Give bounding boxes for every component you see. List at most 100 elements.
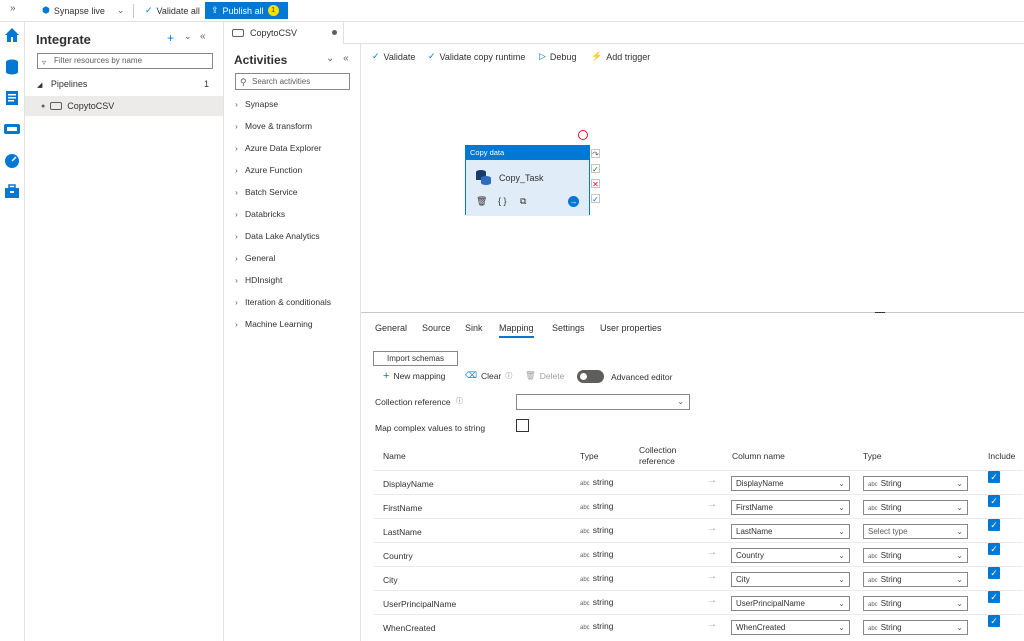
sink-column-select[interactable]: WhenCreated ⌄ (731, 620, 850, 635)
sink-column-select[interactable]: Country ⌄ (731, 548, 850, 563)
tab-sink[interactable]: Sink (465, 323, 483, 333)
collapse-all-icon[interactable]: ⌄ (184, 31, 192, 42)
sink-type-select[interactable]: abc String ⌄ (863, 500, 968, 515)
sink-column-select[interactable]: DisplayName ⌄ (731, 476, 850, 491)
activity-category[interactable]: › General (235, 253, 275, 263)
source-column-name: FirstName (383, 503, 423, 513)
success-connector-icon[interactable]: ✓ (591, 164, 600, 174)
search-activities-input[interactable]: ⚲ Search activities (235, 73, 350, 90)
develop-icon[interactable] (3, 89, 21, 107)
source-type: abc string (580, 525, 613, 535)
activity-type-label: Copy data (466, 146, 589, 160)
chevron-right-icon: › (235, 143, 238, 153)
tab-mapping[interactable]: Mapping (499, 323, 534, 338)
activity-category[interactable]: › Databricks (235, 209, 285, 219)
sink-column-select[interactable]: LastName ⌄ (731, 524, 850, 539)
debug-button[interactable]: ▷ Debug (539, 51, 576, 62)
copy-icon[interactable]: ⧉ (520, 196, 526, 207)
collapse-panel-icon[interactable]: « (200, 31, 206, 42)
integrate-icon[interactable] (3, 120, 21, 138)
map-complex-checkbox[interactable] (516, 419, 529, 432)
sink-type-select[interactable]: abc String ⌄ (863, 476, 968, 491)
failure-connector-icon[interactable]: ✕ (591, 179, 600, 189)
chevron-right-icon: › (235, 209, 238, 219)
data-icon[interactable] (3, 58, 21, 76)
filter-resources-input[interactable]: ▿ Filter resources by name (37, 53, 213, 69)
code-icon[interactable]: { } (498, 196, 507, 206)
new-mapping-label: New mapping (393, 371, 446, 381)
delete-icon[interactable]: 🗑 (476, 196, 487, 207)
manage-icon[interactable] (3, 183, 21, 201)
chevron-right-icon: › (235, 253, 238, 263)
pipeline-item-copytocsv[interactable]: ● CopytoCSV (25, 96, 223, 116)
collection-reference-select[interactable]: ⌄ (516, 394, 690, 410)
completion-connector-icon[interactable]: ✓ (591, 194, 600, 204)
tab-user-properties[interactable]: User properties (600, 323, 662, 333)
include-checkbox[interactable]: ✓ (988, 471, 1000, 483)
activity-category[interactable]: › Data Lake Analytics (235, 231, 320, 241)
validate-button[interactable]: ✓ Validate (372, 51, 415, 62)
tab-source[interactable]: Source (422, 323, 451, 333)
chevron-right-icon: › (235, 165, 238, 175)
include-checkbox[interactable]: ✓ (988, 519, 1000, 531)
validate-all-button[interactable]: ✓ Validate all (145, 5, 200, 16)
sink-type-select[interactable]: abc String ⌄ (863, 620, 968, 635)
advanced-editor-toggle[interactable] (577, 370, 604, 383)
expand-icon[interactable]: » (10, 3, 16, 14)
new-mapping-button[interactable]: + New mapping (383, 370, 445, 382)
arrow-right-icon[interactable]: → (568, 196, 579, 207)
error-indicator-icon[interactable] (578, 130, 588, 140)
activity-category[interactable]: › Move & transform (235, 121, 312, 131)
include-checkbox[interactable]: ✓ (988, 495, 1000, 507)
sink-type-select[interactable]: Select type ⌄ (863, 524, 968, 539)
activity-category[interactable]: › Batch Service (235, 187, 297, 197)
home-icon[interactable] (3, 26, 21, 44)
chevron-down-icon: ⌄ (956, 503, 963, 512)
source-type: abc string (580, 621, 613, 631)
header-include: Include (988, 451, 1016, 461)
clear-button[interactable]: ⌫ Clear ⓘ (465, 370, 512, 381)
activity-category[interactable]: › HDInsight (235, 275, 282, 285)
activity-category[interactable]: › Iteration & conditionals (235, 297, 331, 307)
activity-category[interactable]: › Machine Learning (235, 319, 313, 329)
include-checkbox[interactable]: ✓ (988, 567, 1000, 579)
validate-copy-runtime-button[interactable]: ✓ Validate copy runtime (428, 51, 525, 62)
chevron-right-icon: › (235, 297, 238, 307)
include-checkbox[interactable]: ✓ (988, 543, 1000, 555)
publish-all-button[interactable]: ⇪ Publish all 1 (205, 2, 288, 19)
activity-category-label: Databricks (245, 209, 286, 219)
mapping-arrow-icon: → (707, 571, 717, 582)
sink-column-select[interactable]: UserPrincipalName ⌄ (731, 596, 850, 611)
include-checkbox[interactable]: ✓ (988, 591, 1000, 603)
tab-settings[interactable]: Settings (552, 323, 585, 333)
add-icon[interactable]: + (167, 31, 174, 45)
activity-category[interactable]: › Synapse (235, 99, 278, 109)
pipelines-group[interactable]: ◢ Pipelines 1 (37, 79, 217, 93)
info-icon: ⓘ (456, 398, 463, 405)
tab-copytocsv[interactable]: CopytoCSV (224, 22, 344, 44)
include-checkbox[interactable]: ✓ (988, 615, 1000, 627)
copy-data-activity[interactable]: Copy data Copy_Task 🗑 { } ⧉ → (465, 145, 590, 216)
sink-type-select[interactable]: abc String ⌄ (863, 596, 968, 611)
monitor-icon[interactable] (3, 152, 21, 170)
resize-handle[interactable] (875, 312, 885, 313)
chevron-right-icon: › (235, 319, 238, 329)
add-trigger-button[interactable]: ⚡ Add trigger (591, 51, 650, 62)
sink-type-select[interactable]: abc String ⌄ (863, 548, 968, 563)
check-icon: ✓ (145, 5, 153, 15)
delete-button[interactable]: 🗑 Delete (525, 370, 564, 381)
activity-category[interactable]: › Azure Function (235, 165, 302, 175)
sink-type-select[interactable]: abc String ⌄ (863, 572, 968, 587)
workspace-selector[interactable]: ⬢ Synapse live ⌄ (42, 5, 124, 16)
sink-column-select[interactable]: City ⌄ (731, 572, 850, 587)
collapse-all-icon[interactable]: ⌄ (326, 53, 334, 64)
tab-general[interactable]: General (375, 323, 407, 333)
pipeline-canvas[interactable]: Copy data Copy_Task 🗑 { } ⧉ → ↷ ✓ ✕ ✓ (361, 69, 1024, 312)
import-schemas-button[interactable]: Import schemas (373, 351, 458, 366)
chevron-down-icon: ⌄ (956, 527, 963, 536)
skip-connector-icon[interactable]: ↷ (591, 149, 600, 159)
sink-column-select[interactable]: FirstName ⌄ (731, 500, 850, 515)
string-type-icon: abc (868, 506, 878, 512)
collapse-panel-icon[interactable]: « (343, 53, 349, 64)
activity-category[interactable]: › Azure Data Explorer (235, 143, 322, 153)
